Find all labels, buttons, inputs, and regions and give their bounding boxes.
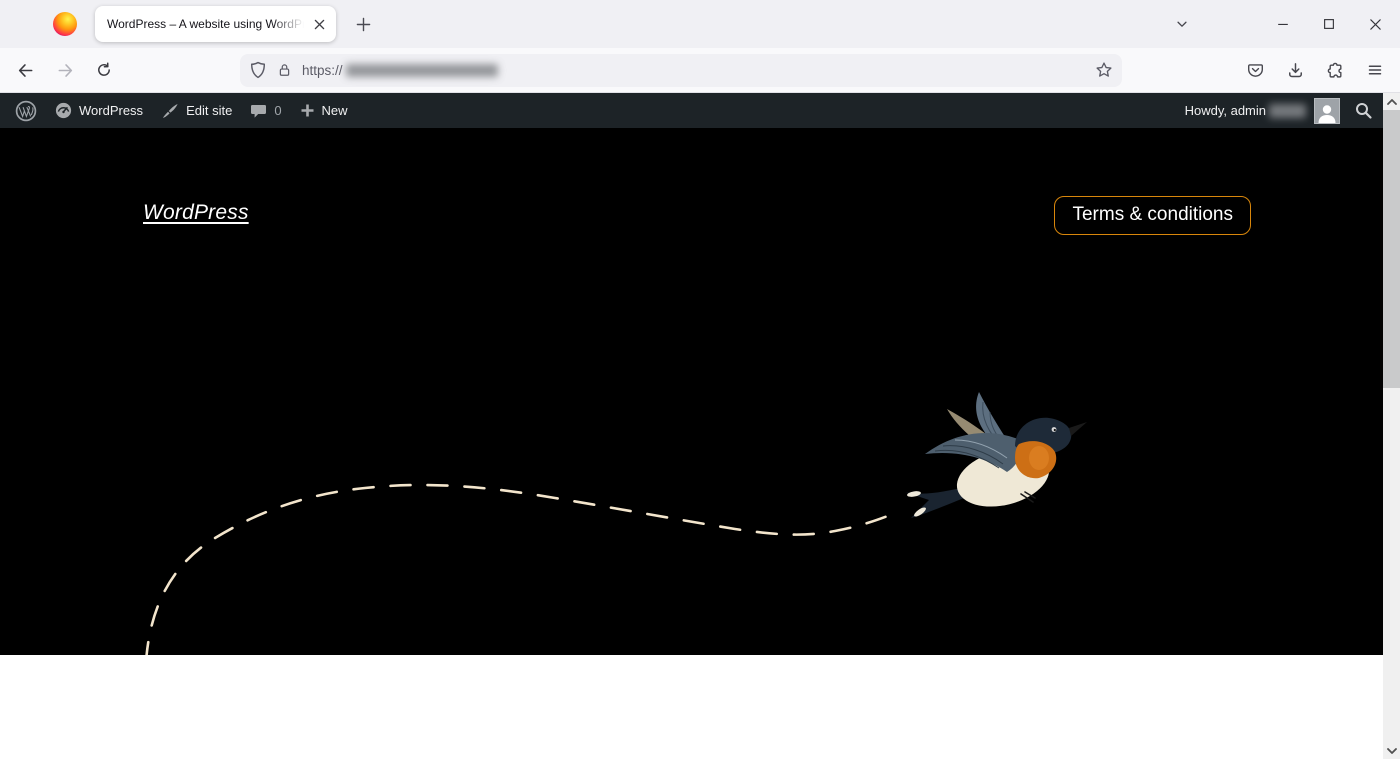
- admin-bar-site-menu[interactable]: WordPress: [46, 93, 152, 128]
- admin-bar-comments[interactable]: 0: [241, 93, 290, 128]
- tab-bar: WordPress – A website using WordPres: [0, 0, 1400, 48]
- tracking-protection-shield-icon[interactable]: [249, 61, 267, 79]
- hero-illustration: [0, 128, 1383, 655]
- downloads-icon[interactable]: [1278, 53, 1312, 87]
- paintbrush-icon: [161, 102, 179, 120]
- lock-icon[interactable]: [277, 62, 292, 78]
- firefox-logo-icon: [53, 12, 77, 36]
- comment-bubble-icon: [250, 103, 267, 119]
- admin-bar-comments-count: 0: [274, 103, 281, 118]
- admin-bar-site-name: WordPress: [79, 103, 143, 118]
- new-tab-button[interactable]: [348, 9, 378, 39]
- back-button[interactable]: [8, 53, 42, 87]
- admin-bar-new[interactable]: New: [291, 93, 357, 128]
- howdy-text: Howdy, admin: [1185, 103, 1266, 118]
- url-domain-redacted: [346, 64, 498, 77]
- toolbar-right-icons: [1238, 53, 1392, 87]
- browser-window: WordPress – A website using WordPres: [0, 0, 1400, 759]
- avatar[interactable]: [1314, 98, 1340, 124]
- url-bar[interactable]: https://: [240, 54, 1122, 87]
- url-protocol-text: https://: [302, 63, 343, 78]
- window-close-button[interactable]: [1352, 0, 1398, 48]
- forward-button[interactable]: [48, 53, 82, 87]
- page-viewport: WordPress Edit site 0 New: [0, 93, 1400, 759]
- username-redacted: [1269, 104, 1306, 118]
- admin-bar-account[interactable]: Howdy, admin: [1185, 98, 1383, 124]
- scrollbar-up-arrow[interactable]: [1383, 93, 1400, 110]
- scrollbar-thumb[interactable]: [1383, 110, 1400, 388]
- wordpress-logo-menu[interactable]: [6, 93, 46, 128]
- tab-close-icon[interactable]: [308, 13, 330, 35]
- scrollbar-down-arrow[interactable]: [1383, 742, 1400, 759]
- plus-icon: [300, 103, 315, 118]
- menu-hamburger-icon[interactable]: [1358, 53, 1392, 87]
- bookmark-star-icon[interactable]: [1095, 61, 1113, 79]
- window-minimize-button[interactable]: [1260, 0, 1306, 48]
- reload-button[interactable]: [87, 53, 121, 87]
- admin-bar-edit-site-label: Edit site: [186, 103, 232, 118]
- admin-bar: WordPress Edit site 0 New: [0, 93, 1383, 128]
- scrollbar[interactable]: [1383, 93, 1400, 759]
- page-footer-section: [0, 655, 1400, 759]
- site-hero-section: WordPress Terms & conditions: [0, 128, 1383, 655]
- wordpress-logo-icon: [15, 100, 37, 122]
- window-maximize-button[interactable]: [1306, 0, 1352, 48]
- tab-title: WordPress – A website using WordPres: [107, 17, 308, 31]
- dashboard-gauge-icon: [55, 102, 72, 119]
- admin-bar-new-label: New: [322, 103, 348, 118]
- flight-path: [146, 485, 898, 655]
- list-tabs-chevron-icon[interactable]: [1166, 8, 1198, 40]
- admin-bar-edit-site[interactable]: Edit site: [152, 93, 241, 128]
- bird-illustration: [905, 392, 1087, 518]
- browser-tab[interactable]: WordPress – A website using WordPres: [95, 6, 336, 42]
- admin-bar-search-icon[interactable]: [1354, 101, 1373, 120]
- pocket-icon[interactable]: [1238, 53, 1272, 87]
- extensions-puzzle-icon[interactable]: [1318, 53, 1352, 87]
- navigation-toolbar: https://: [0, 48, 1400, 93]
